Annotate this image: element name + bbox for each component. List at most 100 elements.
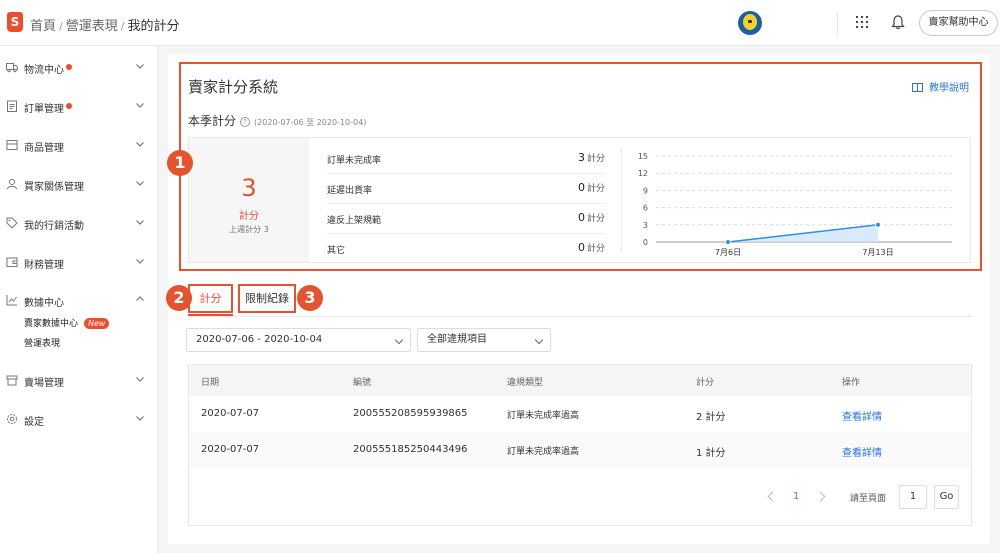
metric-value: 3 [577,151,585,164]
notification-dot [66,64,72,70]
chevron-down-icon[interactable] [135,178,145,188]
metric-row: 訂單未完成率 3 計分 [327,144,605,174]
sidebar-item-label: 我的行銷活動 [24,221,84,232]
store-icon [6,375,18,386]
column-header-type: 違規類型 [507,378,544,388]
y-tick-label: 0 [643,238,648,247]
metric-unit: 計分 [586,154,605,164]
sidebar-item-data-center[interactable]: 數據中心 [0,289,158,311]
top-bar: S 首頁 / 營運表現 / 我的計分 賣家幫助中心 [0,0,1000,46]
annotation-badge-2: 2 [166,285,192,311]
chevron-down-icon[interactable] [135,374,145,384]
go-button[interactable]: Go [934,485,959,509]
breadcrumb-performance[interactable]: 營運表現 [66,19,118,34]
sidebar-item-label: 賣場管理 [24,378,64,389]
chevron-down-icon [394,335,404,345]
violations-table: 日期 編號 違規類型 計分 操作 2020-07-07 200555208595… [188,364,972,526]
pagination: 1 請至頁面 1 Go [189,485,971,511]
x-tick-label: 7月13日 [862,248,893,257]
table-row: 2020-07-07 200555208595939865 訂單未完成率過高 2… [189,396,971,432]
violation-type-select[interactable]: 全部違規項目 [417,328,551,352]
sidebar-item-settings[interactable]: 設定 [0,408,158,430]
metric-label: 延遲出貨率 [327,186,373,196]
user-icon [7,179,17,190]
cell-date: 2020-07-07 [201,408,260,419]
view-details-link[interactable]: 查看詳情 [842,444,882,459]
total-score: 3 [241,174,257,202]
tag-icon [6,217,18,229]
sidebar-subitem-label: 賣家數據中心 [24,319,79,329]
season-score-header: 本季計分? (2020-07-06 至 2020-10-04) [188,112,366,129]
sidebar-subitem-seller-data-center[interactable]: 賣家數據中心 New [24,316,110,329]
new-badge: New [84,318,110,329]
x-tick-label: 7月6日 [715,248,741,257]
next-page-icon[interactable] [815,491,826,502]
cell-points: 2 計分 [696,412,726,423]
metric-value: 0 [577,211,585,224]
chevron-down-icon[interactable] [135,217,145,227]
total-score-panel: 3 計分 上週計分 3 [189,138,309,262]
date-range-select[interactable]: 2020-07-06 - 2020-10-04 [186,328,411,352]
y-tick-label: 9 [643,186,648,195]
cell-id: 200555208595939865 [353,408,468,419]
metric-value: 0 [577,181,585,194]
chevron-down-icon[interactable] [135,100,145,110]
metric-row: 延遲出貨率 0 計分 [327,174,605,204]
sidebar-item-finance[interactable]: 財務管理 [0,251,158,273]
current-page[interactable]: 1 [793,491,799,502]
sidebar-item-logistics[interactable]: 物流中心 [0,56,158,78]
sidebar-item-label: 買家關係管理 [24,182,84,193]
metric-unit: 計分 [586,184,605,194]
metric-label: 訂單未完成率 [327,156,382,166]
prev-page-icon[interactable] [767,491,778,502]
season-range: (2020-07-06 至 2020-10-04) [254,118,367,127]
breadcrumb-home[interactable]: 首頁 [30,19,56,34]
goto-page-label: 請至頁面 [850,494,887,504]
annotation-badge-1: 1 [167,150,193,176]
package-icon [6,140,18,150]
metric-unit: 計分 [586,244,605,254]
column-header-action: 操作 [842,378,861,388]
book-icon [912,83,923,92]
y-tick-label: 3 [643,221,648,230]
divider [837,12,838,34]
chevron-down-icon[interactable] [135,413,145,423]
sidebar: 物流中心 訂單管理 商品管理 買家關係管理 我的行銷活動 財務管理 數據中心 賣… [0,46,158,553]
apps-grid-icon[interactable] [856,16,868,28]
sidebar-subitem-performance[interactable]: 營運表現 [24,336,60,349]
y-tick-label: 12 [638,169,648,178]
chevron-down-icon[interactable] [135,139,145,149]
sidebar-item-products[interactable]: 商品管理 [0,134,158,156]
chevron-down-icon[interactable] [135,61,145,71]
sidebar-item-label: 物流中心 [24,65,64,76]
avatar[interactable] [738,11,762,35]
goto-page-input[interactable]: 1 [899,485,927,509]
tutorial-link[interactable]: 教學說明 [912,79,969,94]
sidebar-item-buyer-relations[interactable]: 買家關係管理 [0,173,158,195]
data-point[interactable] [875,221,881,228]
wallet-icon [6,257,18,267]
tab-restriction-records[interactable]: 限制紀錄 [238,284,296,313]
chevron-down-icon[interactable] [135,256,145,266]
help-icon[interactable]: ? [240,117,251,127]
chevron-up-icon[interactable] [135,294,145,304]
sidebar-item-orders[interactable]: 訂單管理 [0,95,158,117]
sidebar-item-shop[interactable]: 賣場管理 [0,369,158,391]
cell-violation-type: 訂單未完成率過高 [507,411,580,421]
sidebar-item-marketing[interactable]: 我的行銷活動 [0,212,158,234]
metric-label: 其它 [327,246,346,256]
metric-row: 違反上架規範 0 計分 [327,204,605,234]
seller-help-center-button[interactable]: 賣家幫助中心 [919,10,998,36]
shopee-logo[interactable]: S [7,12,23,32]
data-point[interactable] [725,239,731,245]
tab-score[interactable]: 計分 [188,284,233,313]
tabs-divider [188,316,972,317]
truck-icon [6,63,18,73]
active-tab-indicator [188,314,233,316]
metric-unit: 計分 [586,214,605,224]
score-trend-chart: 0 3 6 9 12 15 7月6日 7月13日 [638,152,952,257]
cell-id: 200555185250443496 [353,444,468,455]
bell-icon[interactable] [891,14,905,30]
view-details-link[interactable]: 查看詳情 [842,408,882,423]
table-header: 日期 編號 違規類型 計分 操作 [189,365,971,396]
